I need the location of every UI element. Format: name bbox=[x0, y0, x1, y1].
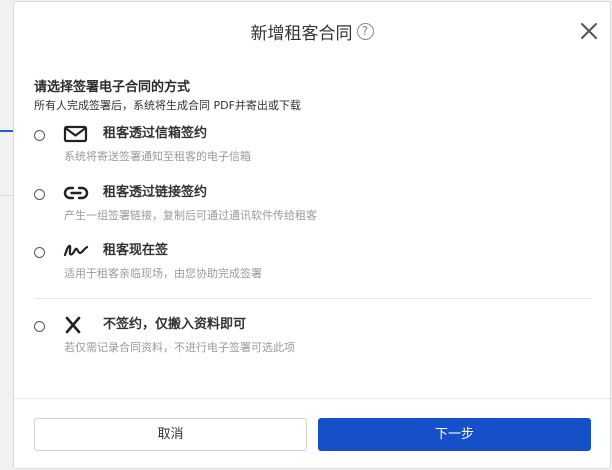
help-icon[interactable]: ? bbox=[356, 23, 374, 40]
option-label: 租客现在签 bbox=[103, 243, 169, 258]
option-description: 若仅需记录合同资料，不进行电子签署可选此项 bbox=[64, 341, 295, 354]
cancel-button[interactable]: 取消 bbox=[34, 418, 307, 451]
background-active-indicator bbox=[0, 130, 14, 132]
background-divider bbox=[0, 195, 14, 196]
radio-no-sign[interactable] bbox=[34, 321, 45, 332]
option-link-sign[interactable]: 租客透过链接签约 产生一组签署链接，复制后可通过通讯软件传给租客 bbox=[34, 183, 594, 235]
envelope-icon bbox=[63, 124, 89, 144]
option-description: 系统将寄送签署通知至租客的电子信箱 bbox=[64, 150, 251, 163]
dialog-title: 新增租客合同 bbox=[250, 24, 353, 44]
option-label: 租客透过信箱签约 bbox=[103, 126, 208, 141]
footer-divider bbox=[14, 398, 610, 399]
next-step-button[interactable]: 下一步 bbox=[318, 418, 591, 451]
close-icon[interactable] bbox=[580, 22, 598, 40]
radio-email-sign[interactable] bbox=[34, 130, 45, 141]
options-divider bbox=[34, 298, 592, 299]
new-tenant-contract-dialog: 新增租客合同? 请选择签署电子合同的方式 所有人完成签署后，系统将生成合同 PD… bbox=[13, 1, 611, 469]
option-sign-now[interactable]: 租客现在签 适用于租客亲临现场，由您协助完成签署 bbox=[34, 241, 594, 293]
radio-link-sign[interactable] bbox=[34, 189, 45, 200]
option-label: 租客透过链接签约 bbox=[103, 185, 208, 200]
dialog-title-wrap: 新增租客合同? bbox=[14, 19, 610, 44]
x-mark-icon bbox=[63, 315, 89, 335]
option-description: 适用于租客亲临现场，由您协助完成签署 bbox=[64, 267, 262, 280]
option-email-sign[interactable]: 租客透过信箱签约 系统将寄送签署通知至租客的电子信箱 bbox=[34, 124, 594, 176]
signature-icon bbox=[63, 241, 89, 261]
dialog-header: 新增租客合同? bbox=[14, 2, 610, 58]
section-header: 请选择签署电子合同的方式 所有人完成签署后，系统将生成合同 PDF并寄出或下载 bbox=[34, 79, 301, 114]
link-icon bbox=[63, 183, 89, 203]
section-title: 请选择签署电子合同的方式 bbox=[34, 80, 191, 95]
option-no-sign[interactable]: 不签约，仅搬入资料即可 若仅需记录合同资料，不进行电子签署可选此项 bbox=[34, 315, 594, 367]
section-subtitle: 所有人完成签署后，系统将生成合同 PDF并寄出或下载 bbox=[34, 99, 301, 112]
option-description: 产生一组签署链接，复制后可通过通讯软件传给租客 bbox=[64, 209, 317, 222]
radio-sign-now[interactable] bbox=[34, 247, 45, 258]
option-label: 不签约，仅搬入资料即可 bbox=[103, 317, 247, 332]
